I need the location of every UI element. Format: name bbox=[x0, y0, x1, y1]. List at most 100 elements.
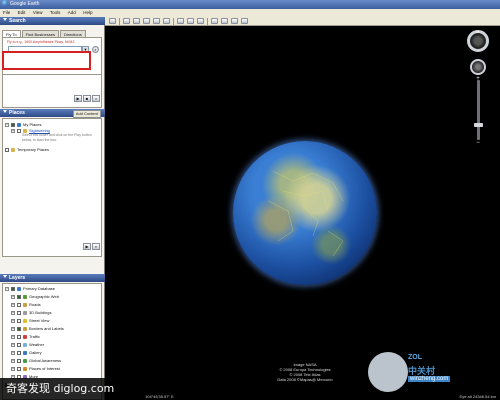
layer-item[interactable]: + Street View bbox=[11, 318, 49, 323]
search-panel-header[interactable]: Search bbox=[0, 17, 105, 25]
layers-panel-header[interactable]: Layers bbox=[0, 274, 105, 282]
checkbox[interactable] bbox=[17, 318, 21, 323]
checkbox[interactable] bbox=[17, 326, 21, 331]
expand-icon[interactable]: + bbox=[11, 358, 15, 363]
polygon-icon[interactable] bbox=[133, 18, 140, 24]
layer-label: Gallery bbox=[29, 350, 42, 355]
search-icon[interactable]: ⌕ bbox=[92, 46, 99, 53]
layer-item[interactable]: + Gallery bbox=[11, 350, 42, 355]
zoom-slider[interactable] bbox=[477, 80, 480, 140]
expand-icon[interactable]: + bbox=[11, 128, 15, 133]
logo-url: winzheng.com bbox=[408, 376, 451, 382]
north-indicator-icon[interactable]: N bbox=[476, 29, 479, 34]
checkbox[interactable] bbox=[11, 286, 15, 291]
google-earth-icon bbox=[2, 0, 8, 6]
status-bar: 104°46'35.57" E Eye alt 24346.54 km bbox=[105, 393, 500, 400]
layer-label: Street View bbox=[29, 318, 50, 323]
move-joystick-icon[interactable] bbox=[470, 59, 486, 75]
collapse-triangle-icon bbox=[3, 110, 7, 113]
expand-icon[interactable]: + bbox=[11, 302, 15, 307]
layer-item[interactable]: + Roads bbox=[11, 302, 41, 307]
search-header-label: Search bbox=[9, 18, 26, 24]
menu-edit[interactable]: Edit bbox=[18, 10, 26, 15]
layer-icon bbox=[23, 342, 27, 347]
places-controls: ▶ ⌕ bbox=[82, 243, 100, 250]
map-view[interactable]: N + − Image NASA © 2008 Europa Technolog… bbox=[105, 26, 500, 400]
image-overlay-icon[interactable] bbox=[153, 18, 160, 24]
layer-icon bbox=[23, 326, 27, 331]
menu-tools[interactable]: Tools bbox=[50, 10, 61, 15]
layer-item[interactable]: + Places of Interest bbox=[11, 366, 60, 371]
checkbox[interactable] bbox=[17, 310, 21, 315]
expand-icon[interactable]: + bbox=[11, 294, 15, 299]
expand-icon[interactable]: + bbox=[11, 334, 15, 339]
layer-icon bbox=[23, 350, 27, 355]
expand-icon[interactable]: + bbox=[11, 366, 15, 371]
checkbox[interactable] bbox=[17, 294, 21, 299]
search-icon[interactable]: ⌕ bbox=[92, 243, 100, 250]
layer-item[interactable]: +3D Buildings bbox=[11, 310, 51, 315]
checkbox[interactable] bbox=[11, 122, 15, 127]
tree-label: Temporary Places bbox=[17, 147, 50, 152]
layer-item[interactable]: + Global Awareness bbox=[11, 358, 61, 363]
placemark-icon[interactable] bbox=[123, 18, 130, 24]
layer-label: 3D Buildings bbox=[29, 310, 52, 315]
expand-icon[interactable]: + bbox=[11, 342, 15, 347]
folder-icon bbox=[11, 147, 15, 152]
expand-icon[interactable]: + bbox=[11, 318, 15, 323]
layer-icon bbox=[23, 358, 27, 363]
sidebar-toggle-icon[interactable] bbox=[109, 18, 116, 24]
zol-emblem bbox=[368, 352, 408, 392]
checkbox[interactable] bbox=[17, 350, 21, 355]
email-icon[interactable] bbox=[221, 18, 228, 24]
layer-item[interactable]: + Weather bbox=[11, 342, 44, 347]
historical-imagery-icon[interactable] bbox=[177, 18, 184, 24]
layer-item[interactable]: + Borders and Labels bbox=[11, 326, 64, 331]
add-content-button[interactable]: Add Content bbox=[72, 110, 101, 118]
tree-item-temporary-places[interactable]: Temporary Places bbox=[5, 147, 49, 152]
layer-label: Global Awareness bbox=[29, 358, 62, 363]
checkbox[interactable] bbox=[5, 147, 9, 152]
layer-label: Roads bbox=[29, 302, 41, 307]
layer-item[interactable]: − Primary Database bbox=[5, 286, 55, 291]
checkbox[interactable] bbox=[17, 358, 21, 363]
expand-icon[interactable]: + bbox=[11, 310, 15, 315]
stop-icon[interactable]: ■ bbox=[83, 95, 91, 102]
title-bar: Google Earth bbox=[0, 0, 500, 9]
zoom-out-icon[interactable]: − bbox=[473, 140, 483, 146]
zoom-slider-thumb[interactable] bbox=[474, 123, 483, 127]
checkbox[interactable] bbox=[17, 302, 21, 307]
layers-header-label: Layers bbox=[9, 275, 26, 281]
record-tour-icon[interactable] bbox=[163, 18, 170, 24]
sun-icon[interactable] bbox=[187, 18, 194, 24]
layer-item[interactable]: + Geographic Web bbox=[11, 294, 59, 299]
checkbox[interactable] bbox=[17, 342, 21, 347]
collapse-icon[interactable]: − bbox=[5, 122, 9, 127]
collapse-icon[interactable]: − bbox=[5, 286, 9, 291]
layer-icon bbox=[23, 366, 27, 371]
search-results bbox=[2, 74, 102, 108]
checkbox[interactable] bbox=[17, 334, 21, 339]
checkbox[interactable] bbox=[17, 366, 21, 371]
google-maps-icon[interactable] bbox=[241, 18, 248, 24]
expand-icon[interactable]: + bbox=[11, 326, 15, 331]
layer-item[interactable]: + Traffic bbox=[11, 334, 40, 339]
highlight-box bbox=[2, 51, 91, 70]
print-icon[interactable] bbox=[231, 18, 238, 24]
play-icon[interactable]: ▶ bbox=[74, 95, 82, 102]
layer-icon bbox=[23, 334, 27, 339]
planet-icon[interactable] bbox=[197, 18, 204, 24]
menu-add[interactable]: Add bbox=[68, 10, 76, 15]
menu-view[interactable]: View bbox=[33, 10, 43, 15]
play-icon[interactable]: ▶ bbox=[83, 243, 91, 250]
expand-icon[interactable]: + bbox=[11, 350, 15, 355]
tree-item-my-places[interactable]: − My Places bbox=[5, 122, 41, 127]
path-icon[interactable] bbox=[143, 18, 150, 24]
collapse-triangle-icon bbox=[3, 275, 7, 278]
toolbar-separator bbox=[119, 17, 120, 25]
menu-help[interactable]: Help bbox=[83, 10, 92, 15]
checkbox[interactable] bbox=[17, 128, 21, 133]
close-icon[interactable]: × bbox=[92, 95, 100, 102]
menu-file[interactable]: File bbox=[3, 10, 10, 15]
ruler-icon[interactable] bbox=[211, 18, 218, 24]
